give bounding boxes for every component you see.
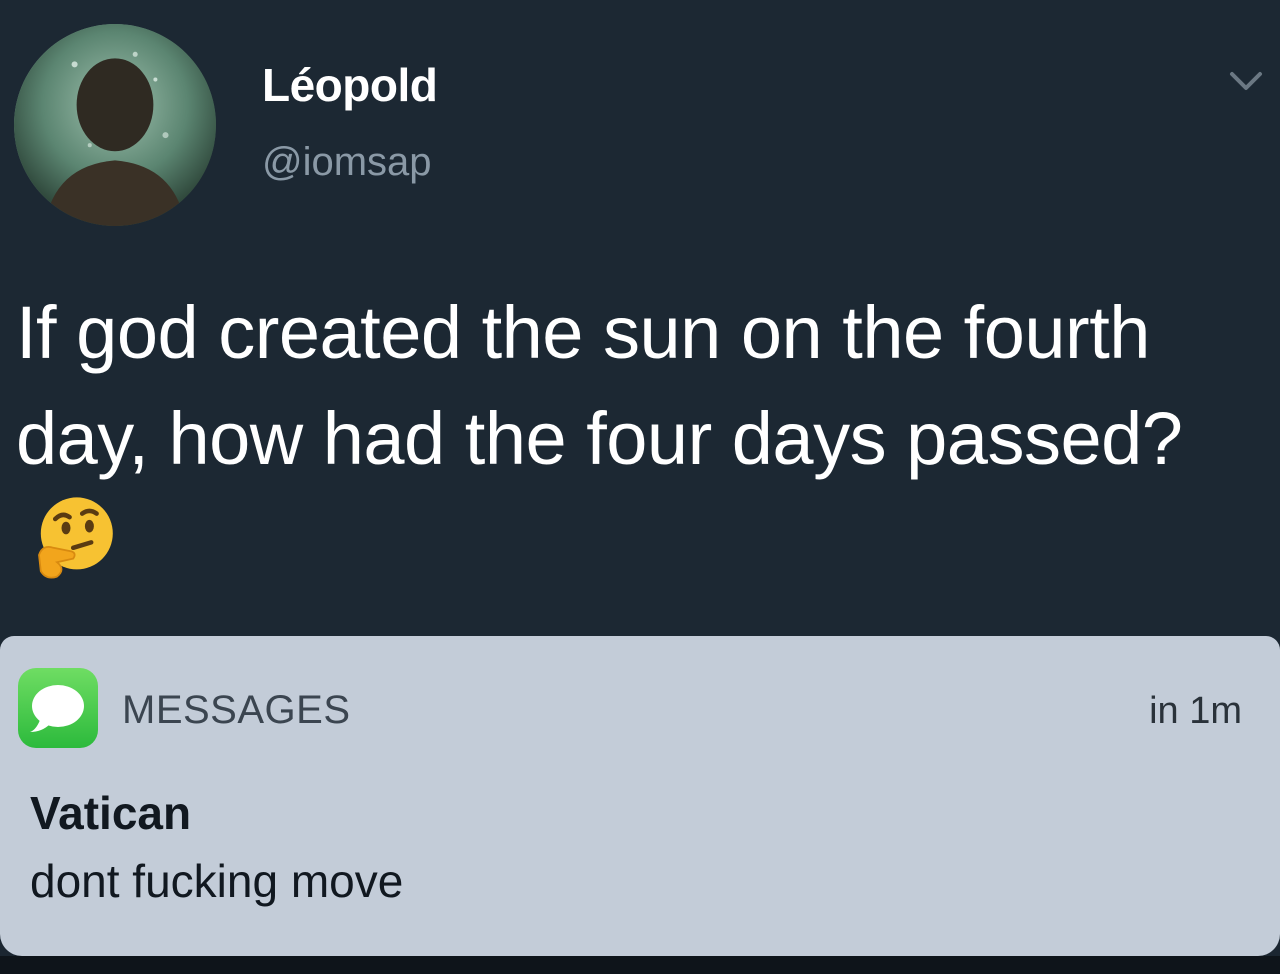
- tweet-text: If god created the sun on the fourth day…: [16, 280, 1256, 598]
- tweet-card: Léopold @iomsap If god created the sun o…: [0, 0, 1280, 640]
- tweet-body: If god created the sun on the fourth day…: [16, 291, 1183, 480]
- avatar-image: [14, 24, 216, 226]
- display-name[interactable]: Léopold: [262, 58, 438, 112]
- avatar[interactable]: [14, 24, 216, 226]
- notification-app-name: MESSAGES: [122, 688, 351, 732]
- thinking-face-icon: [30, 492, 120, 582]
- message-notification[interactable]: MESSAGES in 1m Vatican dont fucking move: [0, 636, 1280, 956]
- notification-time: in 1m: [1149, 690, 1242, 732]
- notification-sender: Vatican: [30, 787, 192, 839]
- notification-body: dont fucking move: [30, 855, 404, 907]
- messages-icon: [18, 668, 98, 748]
- chevron-down-icon[interactable]: [1226, 66, 1266, 96]
- bottom-edge: [0, 956, 1280, 974]
- user-handle[interactable]: @iomsap: [262, 140, 432, 185]
